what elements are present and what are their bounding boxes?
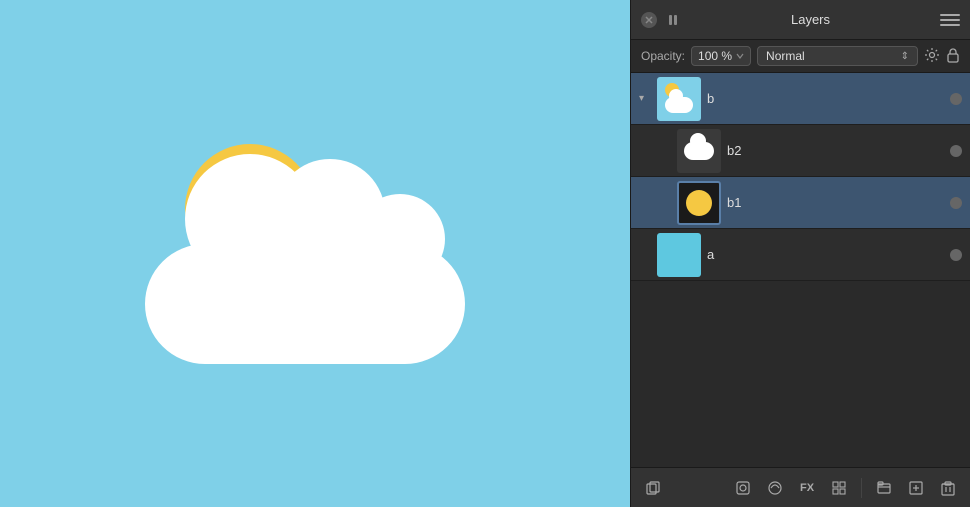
- copy-layers-button[interactable]: [639, 474, 667, 502]
- opacity-row: Opacity: 100 % Normal ⇕: [631, 40, 970, 73]
- add-mask-button[interactable]: [729, 474, 757, 502]
- layer-row-a[interactable]: a: [631, 229, 970, 281]
- layer-thumbnail-a: [657, 233, 701, 277]
- panel-title: Layers: [689, 12, 932, 27]
- panel-menu-button[interactable]: [940, 12, 960, 28]
- cloud-shape: [145, 184, 465, 364]
- canvas-area: [0, 0, 630, 507]
- layer-row-b[interactable]: ▾ b: [631, 73, 970, 125]
- layer-lock-button[interactable]: [946, 47, 960, 66]
- panel-close-button[interactable]: [641, 12, 657, 28]
- gear-icon: [924, 47, 940, 63]
- layer-thumbnail-b1: [677, 181, 721, 225]
- cloud-body: [145, 244, 465, 364]
- close-icon: [645, 16, 653, 24]
- opacity-control[interactable]: 100 %: [691, 46, 751, 66]
- panel-pause-button[interactable]: [665, 12, 681, 28]
- opacity-label: Opacity:: [641, 49, 685, 63]
- delete-icon: [941, 480, 955, 496]
- opacity-value-text: 100 %: [698, 49, 732, 63]
- effects-button[interactable]: FX: [793, 474, 821, 502]
- new-layer-button[interactable]: [902, 474, 930, 502]
- panel-toolbar: FX: [631, 467, 970, 507]
- grid-button[interactable]: [825, 474, 853, 502]
- opacity-dropdown-icon: [736, 52, 744, 60]
- weather-illustration: [125, 124, 505, 384]
- adjustment-icon: [767, 480, 783, 496]
- layer-visibility-b1[interactable]: [950, 197, 962, 209]
- layer-visibility-b[interactable]: [950, 93, 962, 105]
- layers-panel: Layers Opacity: 100 % Normal ⇕: [630, 0, 970, 507]
- new-layer-icon: [908, 480, 924, 496]
- grid-icon: [831, 480, 847, 496]
- layer-settings-button[interactable]: [924, 47, 940, 66]
- copy-icon: [645, 480, 661, 496]
- expand-arrow-b: ▾: [639, 93, 651, 104]
- layer-name-b: b: [707, 91, 944, 106]
- panel-header: Layers: [631, 0, 970, 40]
- new-group-icon: [876, 480, 892, 496]
- pause-icon: [668, 14, 678, 26]
- blend-mode-arrows-icon: ⇕: [901, 51, 909, 62]
- layer-visibility-b2[interactable]: [950, 145, 962, 157]
- lock-icon: [946, 47, 960, 63]
- layer-thumbnail-b2: [677, 129, 721, 173]
- blend-mode-text: Normal: [766, 49, 805, 63]
- layer-visibility-a[interactable]: [950, 249, 962, 261]
- delete-layer-button[interactable]: [934, 474, 962, 502]
- adjustment-button[interactable]: [761, 474, 789, 502]
- fx-icon: FX: [800, 482, 814, 494]
- layer-row-b2[interactable]: b2: [631, 125, 970, 177]
- layer-row-b1[interactable]: b1: [631, 177, 970, 229]
- layer-name-b2: b2: [727, 143, 944, 158]
- mask-icon: [735, 480, 751, 496]
- blend-mode-control[interactable]: Normal ⇕: [757, 46, 918, 66]
- layers-list: ▾ b b2 b1: [631, 73, 970, 467]
- layer-thumbnail-b: [657, 77, 701, 121]
- layer-name-a: a: [707, 247, 944, 262]
- layer-name-b1: b1: [727, 195, 944, 210]
- new-group-button[interactable]: [870, 474, 898, 502]
